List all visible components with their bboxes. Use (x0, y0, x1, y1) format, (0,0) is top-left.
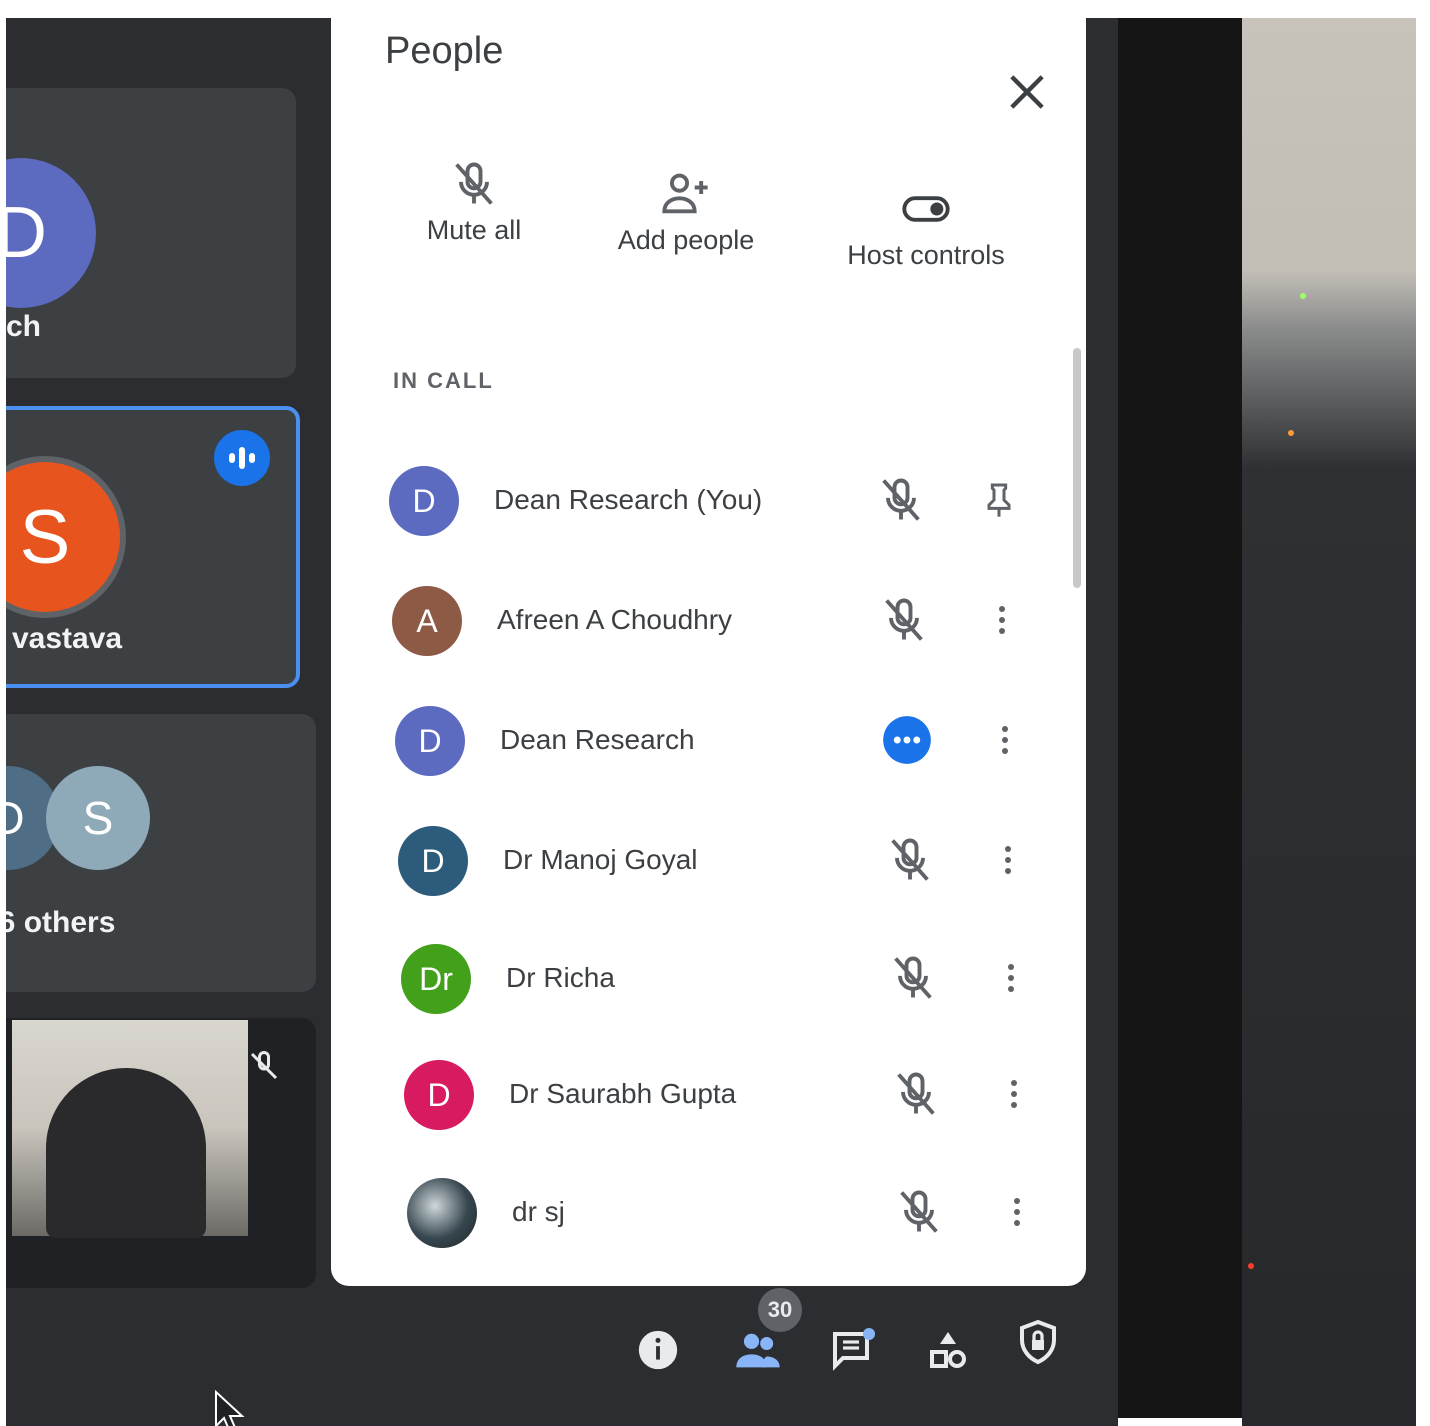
participant-row[interactable]: D Dean Research (You) (389, 458, 1039, 548)
avatar: D (395, 706, 465, 776)
participant-row[interactable]: Dr Dr Richa (401, 936, 1051, 1026)
tile-name: ch (6, 310, 42, 343)
avatar: D (398, 826, 468, 896)
pin-icon[interactable] (979, 472, 1019, 528)
photo-frame: D ch S vastava D S 26 others (0, 0, 1430, 1426)
chat-button[interactable] (821, 1318, 885, 1382)
participant-row[interactable]: D Dr Saurabh Gupta (404, 1052, 1054, 1142)
avatar-letter: S (19, 494, 71, 580)
mute-all-label: Mute all (426, 215, 522, 245)
participant-name: Afreen A Choudhry (497, 604, 733, 635)
avatar: S (46, 766, 150, 870)
participant-row[interactable]: D Dean Research (395, 698, 1045, 788)
person-silhouette (46, 1068, 206, 1238)
more-options-icon[interactable] (997, 1184, 1037, 1240)
more-options-icon[interactable] (985, 712, 1025, 768)
others-label: 26 others (6, 906, 116, 939)
meet-screen: D ch S vastava D S 26 others (6, 18, 1118, 1426)
participant-tile[interactable]: D ch (6, 88, 296, 378)
avatar: S (6, 462, 120, 612)
avatar-initial: D (418, 722, 442, 759)
info-icon (638, 1330, 678, 1370)
mouse-cursor-icon (215, 1390, 245, 1426)
avatar-initial: D (412, 482, 436, 519)
avatar: D (389, 466, 459, 536)
chat-icon (833, 1328, 875, 1371)
panel-title: People (385, 30, 504, 72)
muted-mic-icon (890, 1068, 942, 1120)
host-controls-button[interactable]: Host controls (831, 183, 1021, 271)
mute-all-button[interactable]: Mute all (409, 158, 539, 246)
more-options-icon[interactable] (991, 950, 1031, 1006)
more-options-icon[interactable] (994, 1066, 1034, 1122)
participant-name: Dr Richa (506, 962, 615, 993)
avatar-initial: A (416, 602, 438, 639)
muted-mic-icon (887, 952, 939, 1004)
speaking-indicator-icon (881, 714, 933, 766)
host-controls-label: Host controls (847, 240, 1005, 270)
avatar: A (392, 586, 462, 656)
add-people-button[interactable]: Add people (601, 168, 771, 256)
meeting-details-button[interactable] (626, 1318, 690, 1382)
toggle-icon (902, 196, 950, 222)
background-rack (1242, 18, 1416, 1426)
host-shield-icon (1020, 1319, 1056, 1365)
participant-tile-active[interactable]: S vastava (6, 406, 300, 688)
muted-mic-icon (878, 594, 930, 646)
avatar-initial: Dr (419, 960, 453, 997)
avatar-initial: D (421, 842, 445, 879)
muted-mic-icon (875, 474, 927, 526)
participant-row[interactable]: dr sj (407, 1170, 1057, 1260)
muted-mic-icon (884, 834, 936, 886)
avatar-photo (407, 1178, 477, 1248)
avatar-letter: D (6, 792, 25, 844)
participant-name: Dean Research (You) (494, 484, 763, 515)
avatar-letter: D (6, 193, 47, 273)
participant-row[interactable]: D Dr Manoj Goyal (398, 818, 1048, 908)
activities-button[interactable] (916, 1318, 980, 1382)
others-tile[interactable]: D S 26 others (6, 714, 316, 992)
more-options-icon[interactable] (982, 592, 1022, 648)
video-tile[interactable] (6, 1018, 316, 1288)
speaking-indicator-icon (214, 430, 270, 486)
participant-name: Dean Research (500, 724, 695, 755)
monitor-bezel (1115, 18, 1243, 1418)
close-icon[interactable] (1001, 66, 1053, 118)
add-people-label: Add people (617, 225, 755, 255)
avatar: D (6, 158, 96, 308)
section-title: IN CALL (393, 368, 494, 393)
participant-name: dr sj (512, 1196, 565, 1227)
activities-icon (930, 1332, 966, 1368)
scrollbar[interactable] (1073, 348, 1081, 588)
avatar-initial: D (427, 1076, 451, 1113)
rack-led-red (1248, 1263, 1254, 1269)
host-controls-shield-button[interactable] (1006, 1310, 1070, 1374)
participant-row[interactable]: A Afreen A Choudhry (392, 578, 1042, 668)
avatar-letter: S (82, 792, 114, 844)
mute-all-icon (455, 162, 493, 205)
add-person-icon (662, 173, 708, 214)
rack-led-orange (1288, 430, 1294, 436)
muted-mic-icon (893, 1186, 945, 1238)
rack-led-green (1300, 293, 1306, 299)
tile-name: vastava (12, 622, 123, 655)
participant-name: Dr Manoj Goyal (503, 844, 698, 875)
people-panel: People Mute all Add people Host controls… (331, 18, 1086, 1286)
avatar: Dr (401, 944, 471, 1014)
people-count-badge: 30 (758, 1288, 802, 1332)
participant-name: Dr Saurabh Gupta (509, 1078, 737, 1109)
muted-mic-icon (250, 1050, 278, 1080)
avatar: D (404, 1060, 474, 1130)
more-options-icon[interactable] (988, 832, 1028, 888)
